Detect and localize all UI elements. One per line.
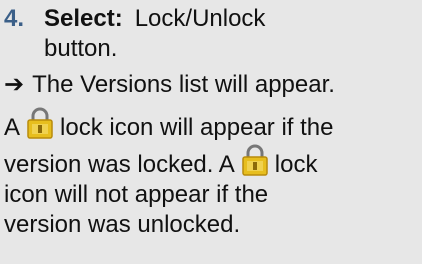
paragraph-line-2-a: version was locked. A bbox=[4, 151, 235, 178]
paragraph-line-4: version was unlocked. bbox=[4, 211, 241, 238]
lock-icon bbox=[241, 143, 269, 177]
paragraph-line-1-a: A bbox=[4, 114, 21, 141]
lock-icon bbox=[26, 106, 54, 140]
paragraph-line-1: A lock icon will appear if the bbox=[4, 106, 422, 143]
step-number: 4. bbox=[4, 5, 25, 32]
paragraph-line-2: version was locked. A lock bbox=[4, 143, 422, 180]
paragraph-line-1-b: lock icon will appear if the bbox=[60, 114, 334, 141]
step-item: 4. Select: Lock/Unlock button. bbox=[4, 4, 422, 64]
step-text-2: button. bbox=[44, 35, 118, 62]
step-text-1: Lock/Unlock bbox=[134, 5, 266, 32]
paragraph-line-3: icon will not appear if the bbox=[4, 181, 269, 208]
lock-explanation: A lock icon will appear if the version w… bbox=[4, 106, 422, 240]
result-line: ➔ The Versions list will appear. bbox=[4, 70, 422, 100]
paragraph-line-2-b: lock bbox=[274, 151, 318, 178]
result-text: The Versions list will appear. bbox=[32, 71, 335, 98]
step-body: Select: Lock/Unlock button. bbox=[44, 4, 422, 64]
arrow-icon: ➔ bbox=[4, 71, 25, 98]
step-label: Select: bbox=[44, 5, 123, 32]
instruction-panel: 4. Select: Lock/Unlock button. ➔ The Versi… bbox=[0, 0, 422, 264]
